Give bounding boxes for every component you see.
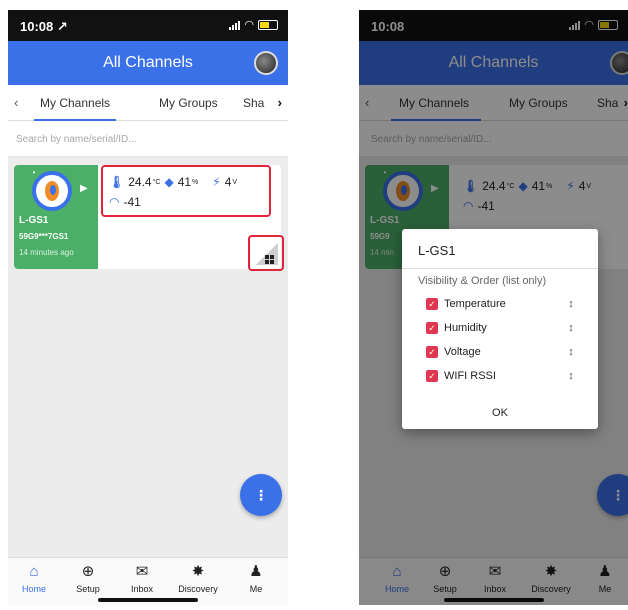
phone-screen-right: 10:08 ◠ All Channels ‹ My Channels My Gr…: [359, 10, 628, 605]
readings-highlight-box: 🌡︎ 24.4 °C ◆ 41% ⚡︎ 4V ◠ -41: [101, 165, 271, 217]
dialog-item-label: Voltage: [444, 346, 481, 358]
reorder-handle-icon[interactable]: ↕: [566, 298, 576, 310]
tab-bar: ‹ My Channels My Groups Sha ›: [8, 85, 288, 121]
dialog-title: L-GS1: [418, 243, 456, 258]
wifi-icon: ◠: [109, 195, 120, 209]
nav-label: Inbox: [130, 584, 154, 594]
dialog-divider: [402, 268, 598, 269]
phone-screen-left: 10:08 ↗ ◠ All Channels ‹ My Channels My …: [8, 10, 288, 605]
humidity-unit: %: [192, 178, 199, 186]
ok-button[interactable]: OK: [402, 407, 598, 419]
grid-view-icon[interactable]: [256, 243, 278, 265]
dialog-item-label: WIFI RSSI: [444, 370, 496, 382]
play-icon[interactable]: ▶: [80, 183, 88, 194]
reorder-handle-icon[interactable]: ↕: [566, 370, 576, 382]
tab-shared[interactable]: Sha: [243, 96, 264, 110]
page-title: All Channels: [103, 54, 193, 71]
dialog-item-wifi-rssi[interactable]: ✓ WIFI RSSI ↕: [426, 367, 576, 385]
nav-label: Setup: [76, 584, 100, 594]
nav-label: Me: [249, 584, 263, 594]
humidity-drop-icon: ◆: [164, 175, 174, 189]
dialog-item-temperature[interactable]: ✓ Temperature ↕: [426, 295, 576, 313]
search-input[interactable]: [16, 129, 256, 149]
dialog-item-label: Humidity: [444, 322, 487, 334]
channel-name: L-GS1: [19, 215, 49, 226]
channel-card-info[interactable]: • ▶ L-GS1 59G9***7GS1 14 minutes ago: [14, 165, 98, 269]
checkbox-checked-icon[interactable]: ✓: [426, 322, 438, 334]
visibility-dialog: L-GS1 Visibility & Order (list only) ✓ T…: [402, 229, 598, 429]
nav-setup[interactable]: ⊕ Setup: [60, 562, 116, 594]
channel-list: • ▶ L-GS1 59G9***7GS1 14 minutes ago 🌡︎ …: [8, 157, 288, 557]
dialog-item-humidity[interactable]: ✓ Humidity ↕: [426, 319, 576, 337]
status-icons: ◠: [229, 18, 278, 31]
temperature-value: 24.4: [128, 175, 152, 189]
channel-last-seen: 14 minutes ago: [19, 248, 74, 257]
thermometer-icon: 🌡︎: [109, 175, 125, 189]
more-actions-button[interactable]: ⋮: [240, 474, 282, 516]
battery-icon: [258, 19, 278, 30]
nav-label: Discovery: [178, 584, 218, 594]
search-bar: [8, 121, 288, 157]
channel-serial: 59G9***7GS1: [19, 232, 69, 241]
lightning-icon: ⚡︎: [212, 175, 221, 189]
rssi-value: -41: [123, 195, 141, 209]
mail-icon: ✉: [135, 563, 149, 580]
temperature-unit: °C: [152, 178, 161, 186]
nav-home[interactable]: ⌂ Home: [8, 562, 62, 594]
fan-icon: ✸: [191, 563, 205, 580]
checkbox-checked-icon[interactable]: ✓: [426, 370, 438, 382]
chevron-left-icon[interactable]: ‹: [14, 95, 18, 110]
person-icon: ♟: [249, 563, 263, 580]
reading-line-rssi: ◠ -41: [109, 195, 141, 209]
nav-me[interactable]: ♟ Me: [228, 562, 284, 594]
nav-inbox[interactable]: ✉ Inbox: [114, 562, 170, 594]
reorder-handle-icon[interactable]: ↕: [566, 322, 576, 334]
voltage-unit: V: [232, 178, 238, 186]
bottom-navigation: ⌂ Home ⊕ Setup ✉ Inbox ✸ Discovery ♟ Me: [8, 557, 288, 605]
dialog-item-label: Temperature: [444, 298, 506, 310]
avatar[interactable]: [254, 51, 278, 75]
plus-circle-icon: ⊕: [81, 563, 95, 580]
dialog-item-voltage[interactable]: ✓ Voltage ↕: [426, 343, 576, 361]
chevron-right-icon[interactable]: ›: [278, 95, 282, 110]
voltage-value: 4: [224, 175, 232, 189]
dialog-subtitle: Visibility & Order (list only): [418, 275, 547, 287]
reading-line-sensors: 🌡︎ 24.4 °C ◆ 41% ⚡︎ 4V: [109, 175, 241, 189]
wifi-status-icon: ◠: [244, 19, 254, 31]
signal-icon: [229, 20, 241, 30]
tab-my-channels[interactable]: My Channels: [40, 96, 110, 110]
home-indicator: [98, 598, 198, 602]
nav-label: Home: [21, 584, 46, 594]
app-header: All Channels: [8, 41, 288, 85]
status-time: 10:08 ↗: [20, 19, 68, 34]
nav-discovery[interactable]: ✸ Discovery: [170, 562, 226, 594]
wifi-badge-icon: •: [28, 167, 40, 179]
status-bar: 10:08 ↗ ◠: [8, 10, 288, 41]
checkbox-checked-icon[interactable]: ✓: [426, 346, 438, 358]
home-icon: ⌂: [29, 563, 39, 580]
humidity-value: 41: [177, 175, 192, 189]
checkbox-checked-icon[interactable]: ✓: [426, 298, 438, 310]
tab-my-groups[interactable]: My Groups: [159, 96, 218, 110]
grid-button-highlight-box: [248, 235, 284, 271]
channel-card[interactable]: • ▶ L-GS1 59G9***7GS1 14 minutes ago 🌡︎ …: [14, 165, 284, 271]
reorder-handle-icon[interactable]: ↕: [566, 346, 576, 358]
